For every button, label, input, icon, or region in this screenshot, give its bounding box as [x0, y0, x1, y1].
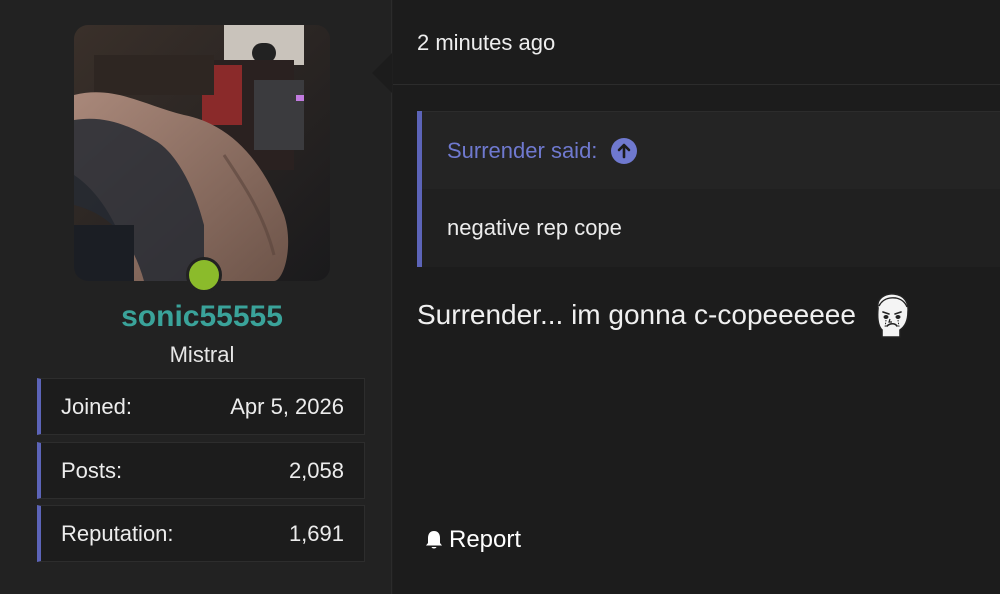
message-text: Surrender... im gonna c-copeeeeee — [417, 299, 856, 330]
post-timestamp-link[interactable]: 2 minutes ago — [417, 30, 555, 56]
bell-icon — [426, 531, 442, 549]
stat-label: Joined: — [61, 393, 132, 419]
stat-reputation: Reputation: 1,691 — [37, 505, 365, 562]
stat-joined: Joined: Apr 5, 2026 — [37, 378, 365, 435]
quote-author-label: Surrender said: — [447, 137, 598, 163]
header-divider — [393, 84, 1000, 85]
avatar-container — [74, 25, 330, 293]
report-button[interactable]: Report — [423, 526, 521, 554]
avatar[interactable] — [74, 25, 330, 281]
stat-value: 2,058 — [288, 457, 344, 483]
quote-attribution-link[interactable]: Surrender said: — [422, 111, 1000, 189]
user-title: Mistral — [169, 342, 235, 367]
stat-value: 1,691 — [288, 520, 344, 546]
stat-value: Apr 5, 2026 — [230, 393, 344, 419]
message-panel: 2 minutes ago Surrender said: negative r… — [393, 0, 1000, 594]
message-pointer-arrow — [372, 53, 392, 93]
stat-label: Posts: — [61, 457, 123, 483]
message-body: Surrender... im gonna c-copeeeeee — [417, 292, 912, 338]
report-label: Report — [449, 526, 522, 553]
stat-posts: Posts: 2,058 — [37, 442, 365, 499]
quote-block: Surrender said: negative rep cope — [417, 111, 1000, 267]
forum-post: sonic55555 Mistral Joined: Apr 5, 2026 P… — [0, 0, 1000, 594]
arrow-up-circle-icon[interactable] — [611, 137, 638, 164]
user-info-panel: sonic55555 Mistral Joined: Apr 5, 2026 P… — [0, 0, 392, 594]
online-status-indicator — [186, 257, 222, 293]
username-link[interactable]: sonic55555 — [0, 300, 404, 334]
quote-text: negative rep cope — [422, 189, 1000, 267]
crying-wojak-emoji-icon — [876, 293, 909, 338]
stat-label: Reputation: — [61, 520, 174, 546]
